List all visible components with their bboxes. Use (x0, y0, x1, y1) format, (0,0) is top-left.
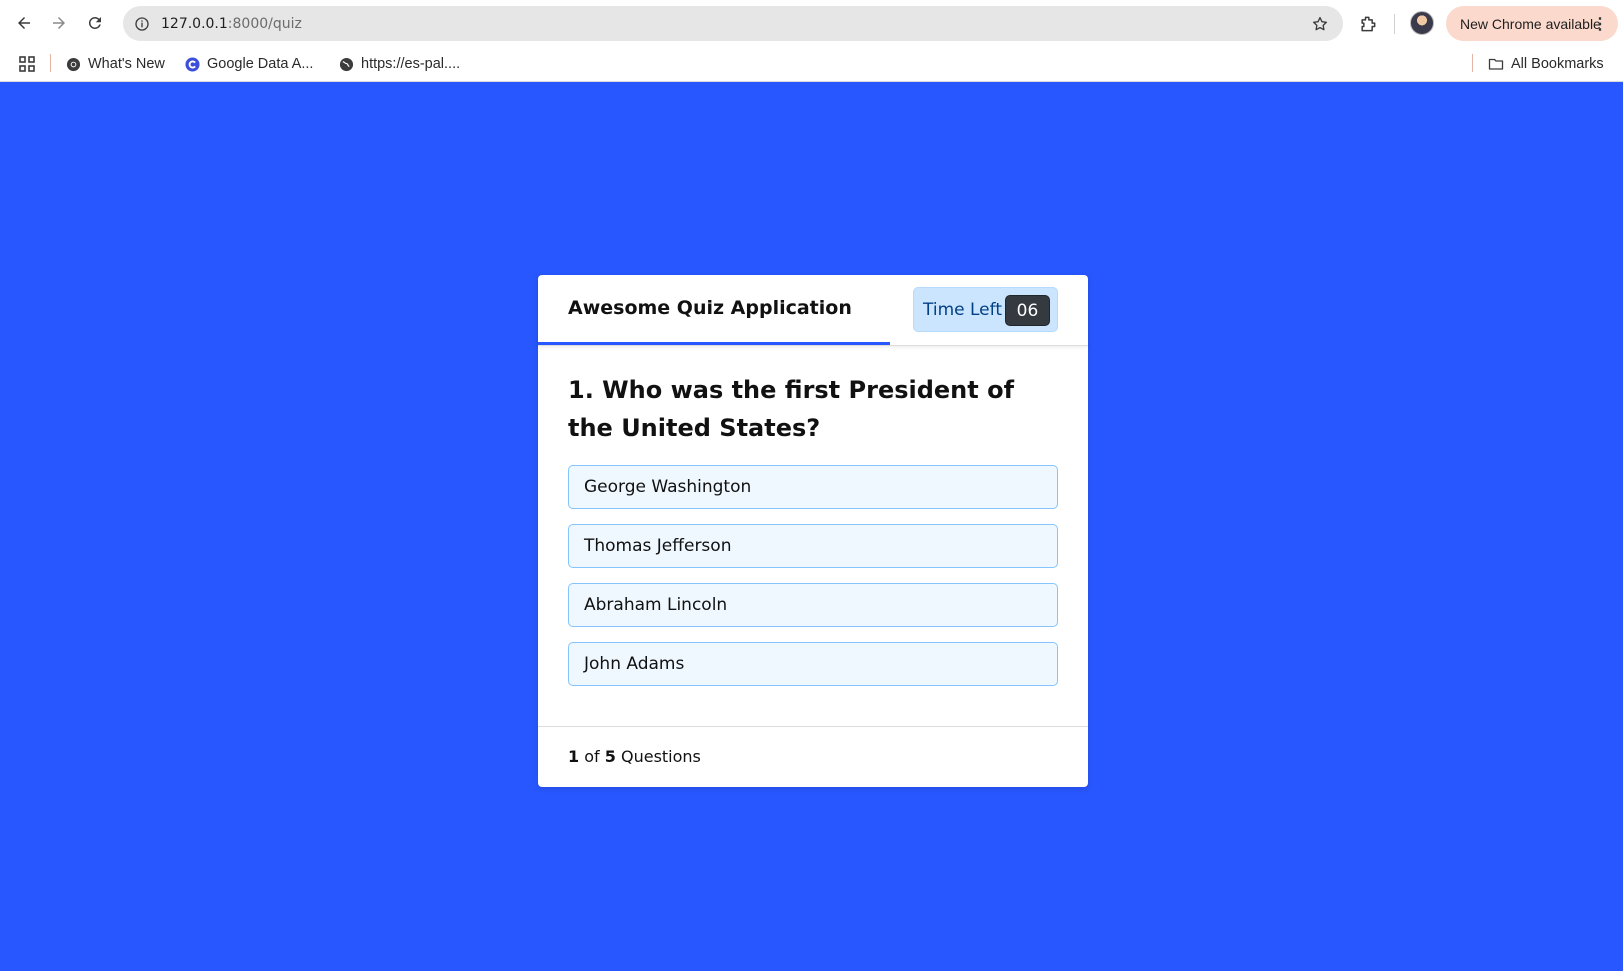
extensions-icon[interactable] (1356, 12, 1380, 36)
bookmarks-separator (50, 54, 51, 72)
quiz-footer: 1 of 5 Questions (538, 726, 1088, 787)
bookmark-es-pal[interactable]: https://es-pal.... (338, 52, 460, 76)
counter-of: of (584, 747, 600, 766)
toolbar-divider (1394, 14, 1395, 34)
site-info-icon[interactable] (129, 11, 155, 37)
url-text[interactable]: 127.0.0.1:8000/quiz (161, 16, 302, 32)
update-label: New Chrome available (1460, 15, 1601, 32)
bookmark-whats-new[interactable]: What's New (65, 52, 165, 76)
apps-grid-icon[interactable] (18, 55, 36, 73)
quiz-box: Awesome Quiz Application Time Left 06 1.… (538, 275, 1088, 787)
quiz-header: Awesome Quiz Application Time Left 06 (538, 275, 1088, 346)
question-text: 1. Who was the first President of the Un… (568, 376, 1015, 442)
all-bookmarks-button[interactable]: All Bookmarks (1488, 52, 1604, 76)
current-question-number: 1 (568, 747, 580, 766)
forward-arrow-icon[interactable] (45, 9, 73, 37)
chrome-icon (65, 56, 81, 72)
new-chrome-available-button[interactable]: New Chrome available ⋮ (1446, 6, 1618, 41)
option-abraham-lincoln[interactable]: Abraham Lincoln (568, 583, 1058, 627)
url-host: 127.0.0.1 (161, 15, 228, 32)
all-bookmarks-label: All Bookmarks (1511, 56, 1604, 72)
bookmark-label: What's New (88, 56, 165, 72)
time-seconds: 06 (1005, 295, 1050, 326)
quiz-title: Awesome Quiz Application (568, 297, 852, 319)
star-icon[interactable] (1309, 13, 1331, 35)
google-icon (184, 56, 200, 72)
time-progress-bar (538, 342, 890, 345)
page-viewport: Awesome Quiz Application Time Left 06 1.… (0, 82, 1623, 971)
back-arrow-icon[interactable] (10, 9, 38, 37)
option-thomas-jefferson[interactable]: Thomas Jefferson (568, 524, 1058, 568)
bookmark-label: Google Data A... (207, 56, 314, 72)
time-left-label: Time Left (923, 300, 1002, 320)
globe-icon (338, 56, 354, 72)
option-john-adams[interactable]: John Adams (568, 642, 1058, 686)
total-question-number: 5 (604, 747, 616, 766)
folder-icon (1488, 56, 1504, 72)
bookmarks-bar: What's New Google Data A... https://es-p… (0, 46, 1623, 82)
browser-toolbar: 127.0.0.1:8000/quiz New Chrome available… (0, 0, 1623, 46)
counter-suffix: Questions (620, 747, 701, 766)
bookmark-google-data[interactable]: Google Data A... (184, 52, 313, 76)
question-counter: 1 of 5 Questions (568, 747, 701, 766)
bookmark-label: https://es-pal.... (361, 56, 461, 72)
profile-avatar[interactable] (1410, 11, 1434, 35)
reload-icon[interactable] (81, 9, 109, 37)
bookmarks-separator (1472, 54, 1473, 72)
address-bar[interactable]: 127.0.0.1:8000/quiz (123, 6, 1343, 41)
option-george-washington[interactable]: George Washington (568, 465, 1058, 509)
url-path: :8000/quiz (227, 15, 302, 32)
option-list: George Washington Thomas Jefferson Abrah… (568, 465, 1058, 701)
timer: Time Left 06 (913, 287, 1058, 332)
kebab-menu-icon[interactable]: ⋮ (1592, 14, 1608, 34)
